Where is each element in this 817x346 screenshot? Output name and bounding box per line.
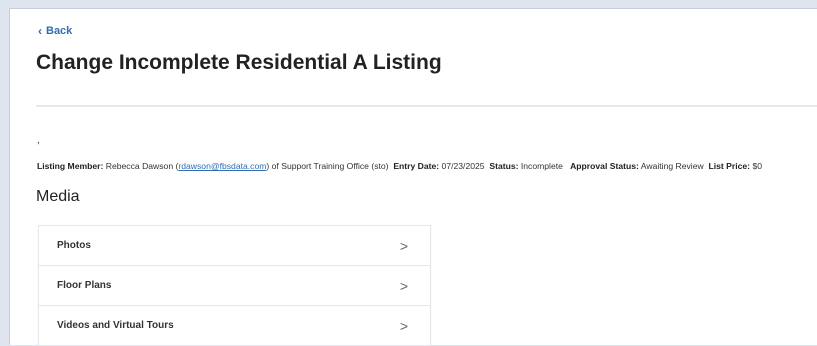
chevron-right-icon: >	[399, 277, 408, 294]
chevron-right-icon: >	[399, 317, 408, 334]
entry-date-value: 07/23/2025	[441, 161, 485, 171]
media-item-videos-virtual-tours[interactable]: Videos and Virtual Tours >	[39, 306, 430, 346]
approval-status-label-part1: Approval	[570, 161, 608, 171]
listing-meta: Listing Member: Rebecca Dawson (rdawson@…	[37, 161, 762, 171]
member-email-link[interactable]: rdawson@fbsdata.com	[178, 161, 266, 171]
media-item-floor-plans[interactable]: Floor Plans >	[39, 266, 430, 306]
list-price-value: $0	[752, 161, 762, 171]
status-label: Status:	[489, 161, 519, 171]
media-list: Photos > Floor Plans > Videos and Virtua…	[38, 225, 431, 346]
list-price-label: List Price:	[708, 161, 751, 171]
media-item-photos[interactable]: Photos >	[39, 226, 430, 266]
media-item-label: Photos	[57, 240, 91, 251]
approval-status-value: Awaiting Review	[640, 161, 704, 171]
media-item-label: Videos and Virtual Tours	[57, 320, 174, 331]
back-link[interactable]: ‹ Back	[38, 25, 72, 37]
header-divider	[36, 105, 817, 107]
chevron-left-icon: ‹	[38, 24, 42, 38]
chevron-right-icon: >	[399, 237, 408, 254]
listing-member-name: Rebecca Dawson	[105, 161, 174, 171]
entry-date-label: Entry Date:	[393, 161, 440, 171]
back-label: Back	[46, 25, 73, 37]
stray-mark: ,	[37, 135, 40, 146]
media-heading: Media	[36, 188, 80, 205]
listing-page: ‹ Back Change Incomplete Residential A L…	[9, 8, 817, 346]
page-title: Change Incomplete Residential A Listing	[36, 51, 442, 74]
listing-member-label: Listing Member:	[37, 161, 104, 171]
media-item-label: Floor Plans	[57, 280, 112, 291]
member-office: of Support Training Office (sto)	[271, 161, 389, 171]
approval-status-label-part2: Status:	[609, 161, 639, 171]
status-value: Incomplete	[520, 161, 563, 171]
